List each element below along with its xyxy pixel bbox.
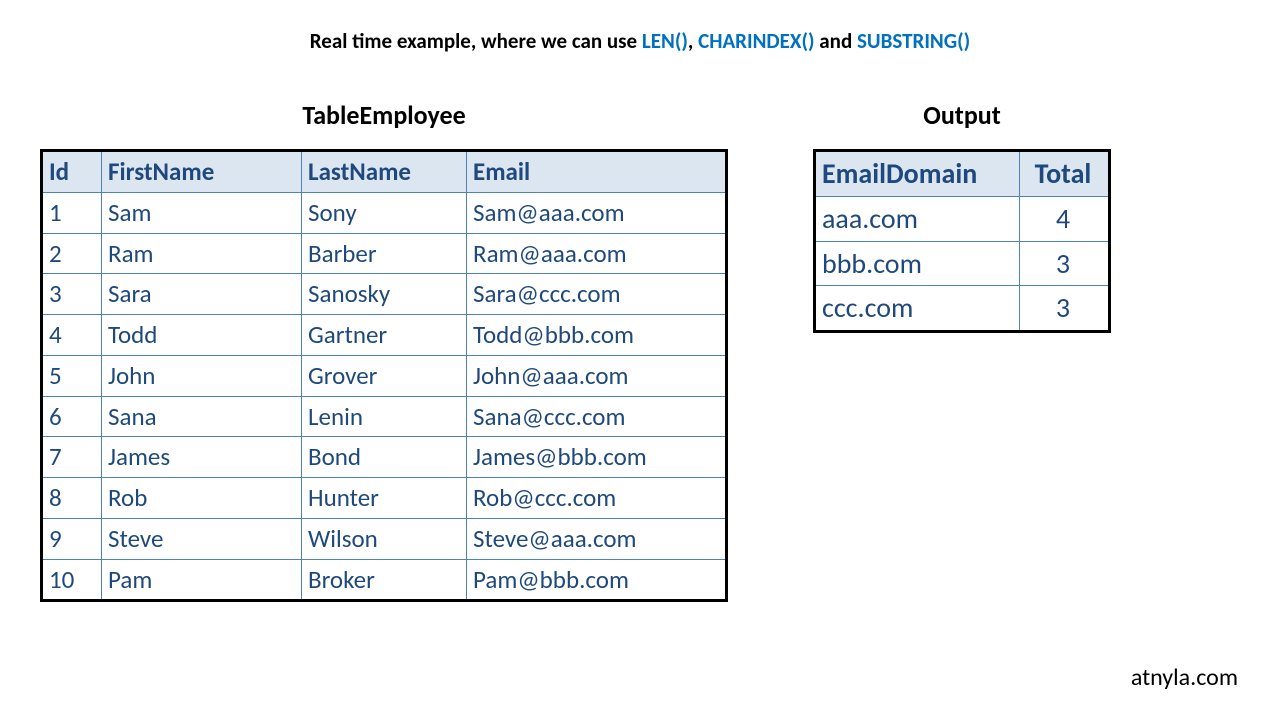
cell-email: Pam@bbb.com bbox=[467, 559, 727, 601]
cell-last: Barber bbox=[302, 233, 467, 274]
cell-first: Rob bbox=[102, 478, 302, 519]
cell-last: Broker bbox=[302, 559, 467, 601]
output-table-title: Output bbox=[813, 99, 1111, 131]
cell-first: Todd bbox=[102, 315, 302, 356]
cell-domain: aaa.com bbox=[815, 196, 1020, 241]
cell-first: James bbox=[102, 437, 302, 478]
cell-total: 3 bbox=[1020, 286, 1110, 332]
table-row: bbb.com3 bbox=[815, 241, 1110, 286]
col-emaildomain: EmailDomain bbox=[815, 151, 1020, 197]
table-row: 4ToddGartnerTodd@bbb.com bbox=[42, 315, 727, 356]
cell-first: Sana bbox=[102, 396, 302, 437]
table-row: 9SteveWilsonSteve@aaa.com bbox=[42, 518, 727, 559]
cell-id: 6 bbox=[42, 396, 102, 437]
cell-id: 4 bbox=[42, 315, 102, 356]
table-row: 2RamBarberRam@aaa.com bbox=[42, 233, 727, 274]
cell-total: 3 bbox=[1020, 241, 1110, 286]
col-email: Email bbox=[467, 151, 727, 193]
cell-first: Ram bbox=[102, 233, 302, 274]
cell-id: 10 bbox=[42, 559, 102, 601]
cell-email: Ram@aaa.com bbox=[467, 233, 727, 274]
table-row: 3SaraSanoskySara@ccc.com bbox=[42, 274, 727, 315]
employee-table-body: 1SamSonySam@aaa.com2RamBarberRam@aaa.com… bbox=[42, 192, 727, 601]
cell-email: Sam@aaa.com bbox=[467, 192, 727, 233]
cell-first: Pam bbox=[102, 559, 302, 601]
cell-last: Wilson bbox=[302, 518, 467, 559]
table-row: 7JamesBondJames@bbb.com bbox=[42, 437, 727, 478]
cell-domain: bbb.com bbox=[815, 241, 1020, 286]
cell-id: 2 bbox=[42, 233, 102, 274]
output-table-block: Output EmailDomain Total aaa.com4bbb.com… bbox=[813, 99, 1111, 333]
table-header-row: Id FirstName LastName Email bbox=[42, 151, 727, 193]
cell-last: Hunter bbox=[302, 478, 467, 519]
cell-email: Steve@aaa.com bbox=[467, 518, 727, 559]
employee-table-block: TableEmployee Id FirstName LastName Emai… bbox=[40, 99, 728, 602]
cell-email: Sara@ccc.com bbox=[467, 274, 727, 315]
cell-id: 9 bbox=[42, 518, 102, 559]
col-lastname: LastName bbox=[302, 151, 467, 193]
heading-text-part1: Real time example, where we can use bbox=[310, 28, 642, 54]
cell-email: James@bbb.com bbox=[467, 437, 727, 478]
cell-first: Steve bbox=[102, 518, 302, 559]
col-id: Id bbox=[42, 151, 102, 193]
cell-last: Bond bbox=[302, 437, 467, 478]
table-row: 1SamSonySam@aaa.com bbox=[42, 192, 727, 233]
cell-id: 3 bbox=[42, 274, 102, 315]
cell-first: John bbox=[102, 355, 302, 396]
heading-fn-substring: SUBSTRING() bbox=[857, 28, 970, 54]
table-row: 8RobHunterRob@ccc.com bbox=[42, 478, 727, 519]
table-row: ccc.com3 bbox=[815, 286, 1110, 332]
cell-last: Sanosky bbox=[302, 274, 467, 315]
heading-sep2: and bbox=[815, 28, 857, 54]
page-heading: Real time example, where we can use LEN(… bbox=[0, 0, 1280, 54]
output-table-body: aaa.com4bbb.com3ccc.com3 bbox=[815, 196, 1110, 331]
cell-last: Lenin bbox=[302, 396, 467, 437]
cell-domain: ccc.com bbox=[815, 286, 1020, 332]
cell-email: Rob@ccc.com bbox=[467, 478, 727, 519]
table-header-row: EmailDomain Total bbox=[815, 151, 1110, 197]
cell-last: Sony bbox=[302, 192, 467, 233]
cell-email: Todd@bbb.com bbox=[467, 315, 727, 356]
table-row: 6SanaLeninSana@ccc.com bbox=[42, 396, 727, 437]
cell-total: 4 bbox=[1020, 196, 1110, 241]
cell-id: 5 bbox=[42, 355, 102, 396]
heading-fn-len: LEN() bbox=[642, 28, 688, 54]
cell-id: 7 bbox=[42, 437, 102, 478]
output-table: EmailDomain Total aaa.com4bbb.com3ccc.co… bbox=[813, 149, 1111, 333]
heading-fn-charindex: CHARINDEX() bbox=[698, 28, 814, 54]
employee-table-title: TableEmployee bbox=[40, 99, 728, 131]
cell-first: Sam bbox=[102, 192, 302, 233]
table-row: aaa.com4 bbox=[815, 196, 1110, 241]
cell-last: Gartner bbox=[302, 315, 467, 356]
cell-email: Sana@ccc.com bbox=[467, 396, 727, 437]
col-total: Total bbox=[1020, 151, 1110, 197]
footer-credit: atnyla.com bbox=[1131, 663, 1238, 692]
table-row: 10PamBrokerPam@bbb.com bbox=[42, 559, 727, 601]
cell-id: 8 bbox=[42, 478, 102, 519]
col-firstname: FirstName bbox=[102, 151, 302, 193]
heading-sep1: , bbox=[688, 28, 698, 54]
employee-table: Id FirstName LastName Email 1SamSonySam@… bbox=[40, 149, 728, 602]
cell-last: Grover bbox=[302, 355, 467, 396]
cell-id: 1 bbox=[42, 192, 102, 233]
table-row: 5JohnGroverJohn@aaa.com bbox=[42, 355, 727, 396]
cell-first: Sara bbox=[102, 274, 302, 315]
cell-email: John@aaa.com bbox=[467, 355, 727, 396]
